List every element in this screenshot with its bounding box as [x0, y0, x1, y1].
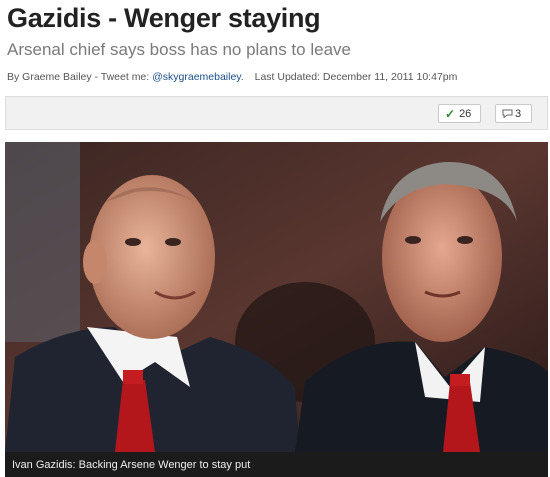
twitter-handle-link[interactable]: @skygraemebailey [152, 71, 241, 83]
article-headline: Gazidis - Wenger staying [7, 3, 321, 33]
likes-count: 26 [459, 107, 472, 120]
comments-count: 3 [515, 107, 522, 120]
photo-illustration [5, 142, 548, 452]
checkmark-icon: ✓ [445, 106, 456, 121]
article-photo [5, 142, 548, 452]
likes-button[interactable]: ✓ 26 [438, 104, 481, 123]
comments-button[interactable]: 3 [495, 104, 532, 123]
share-bar: ✓ 26 3 [5, 96, 548, 130]
byline-author: By Graeme Bailey - Tweet me: [7, 71, 153, 83]
article-subheadline: Arsenal chief says boss has no plans to … [7, 40, 351, 59]
byline-punctuation: . [240, 71, 244, 83]
speech-bubble-icon [502, 109, 513, 118]
article-byline: By Graeme Bailey - Tweet me: @skygraemeb… [7, 71, 457, 83]
last-updated-timestamp: Last Updated: December 11, 2011 10:47pm [254, 71, 458, 83]
photo-caption: Ivan Gazidis: Backing Arsene Wenger to s… [5, 452, 548, 477]
